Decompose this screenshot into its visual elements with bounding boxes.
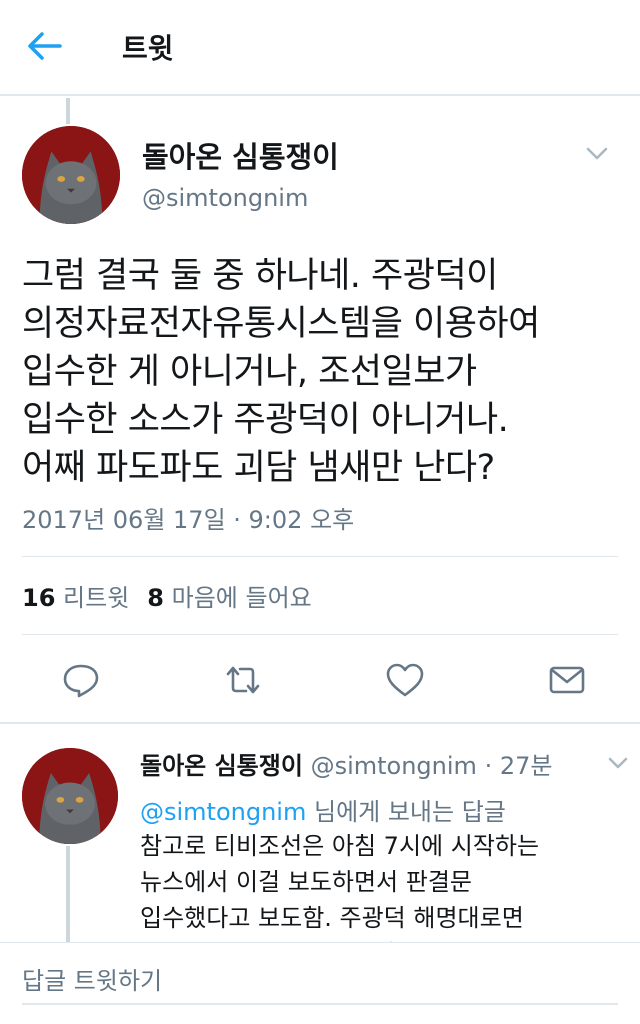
reply-author-handle[interactable]: @simtongnim xyxy=(311,752,477,780)
action-bar xyxy=(0,650,640,712)
tweet-text: 그럼 결국 둘 중 하나네. 주광덕이 의정자료전자유통시스템을 이용하여 입수… xyxy=(22,256,540,488)
chevron-down-icon[interactable] xyxy=(580,140,614,166)
replying-to: @simtongnim 님에게 보내는 답글 xyxy=(140,792,506,827)
tweet-timestamp: 2017년 06월 17일 · 9:02 오후 xyxy=(22,506,355,534)
avatar[interactable] xyxy=(22,748,118,844)
heart-icon[interactable] xyxy=(384,660,426,700)
envelope-icon[interactable] xyxy=(546,660,588,700)
compose-bar xyxy=(0,942,640,1024)
like-count: 8 xyxy=(147,584,164,612)
thread-connector xyxy=(66,98,70,124)
arrow-left-icon[interactable] xyxy=(24,30,64,62)
retweet-icon[interactable] xyxy=(222,660,264,700)
reply-time: · 27분 xyxy=(484,752,553,780)
divider xyxy=(22,556,618,557)
tweet-stats: 16 리트윗 8 마음에 들어요 xyxy=(22,578,312,613)
retweet-count: 16 xyxy=(22,584,56,612)
avatar[interactable] xyxy=(22,126,120,224)
page-title: 트윗 xyxy=(122,32,174,65)
mention-link[interactable]: @simtongnim xyxy=(140,798,306,826)
author-handle[interactable]: @simtongnim xyxy=(142,184,308,212)
divider xyxy=(22,634,618,635)
reply-author-name[interactable]: 돌아온 심통쟁이 xyxy=(140,752,303,780)
speech-bubble-icon[interactable] xyxy=(60,660,102,700)
retweet-stat[interactable]: 16 리트윗 xyxy=(22,584,129,612)
like-label: 마음에 들어요 xyxy=(171,584,312,612)
author-name[interactable]: 돌아온 심통쟁이 xyxy=(142,134,339,176)
chevron-down-icon[interactable] xyxy=(604,752,632,774)
retweet-label: 리트윗 xyxy=(63,584,130,612)
like-stat[interactable]: 8 마음에 들어요 xyxy=(147,584,311,612)
divider xyxy=(0,722,640,724)
reply-text: 참고로 티비조선은 아침 7시에 시작하는 뉴스에서 이걸 보도하면서 판결문 … xyxy=(140,832,554,942)
reply-header: 돌아온 심통쟁이 @simtongnim · 27분 xyxy=(140,746,552,781)
reply-compose-input[interactable] xyxy=(22,959,618,1005)
thread-connector xyxy=(66,846,70,942)
replying-suffix: 님에게 보내는 답글 xyxy=(306,798,506,826)
top-bar: 트윗 xyxy=(0,0,640,96)
